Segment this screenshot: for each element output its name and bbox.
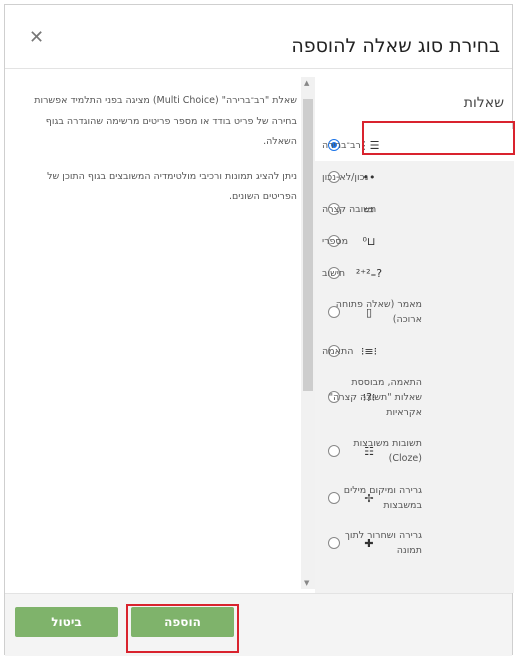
question-type-option[interactable]: ✚ גרירה ושחרור לתוך תמונה <box>315 521 514 565</box>
question-type-option[interactable]: ☷ תשובות משובצות (Cloze) <box>315 427 514 475</box>
question-type-option[interactable]: ⁰⊔ מספרי <box>315 225 514 257</box>
description-paragraph-1: שאלת "רב־ברירה" (Multi Choice) מציגה בפנ… <box>34 95 297 147</box>
dialog-header: ✕ בחירת סוג שאלה להוספה <box>5 5 512 69</box>
list-title: שאלות <box>463 95 504 111</box>
question-type-option[interactable]: ⋮☰ רב־ברירה <box>315 129 514 161</box>
question-type-option[interactable]: ✢ גרירה ומיקום מילים במשבצות <box>315 475 514 521</box>
scroll-up-icon[interactable]: ▲ <box>304 79 309 87</box>
question-type-option[interactable]: ⁝?⁝ התאמה, מבוססת שאלות "תשובה קצרה" אקרא… <box>315 367 514 427</box>
question-type-option[interactable]: ▯ מאמר (שאלה פתוחה ארוכה) <box>315 289 514 335</box>
option-label: מספרי <box>322 235 349 247</box>
question-type-dialog: ✕ בחירת סוג שאלה להוספה שאלת "רב־ברירה" … <box>4 4 515 656</box>
question-type-option[interactable]: ²⁺²₌? חישוב <box>315 257 514 289</box>
option-label: התאמה, מבוססת שאלות "תשובה קצרה" אקראיות <box>328 376 422 418</box>
close-icon[interactable]: ✕ <box>29 27 44 48</box>
option-label: גרירה ומיקום מילים במשבצות <box>343 485 422 511</box>
option-label: התאמה <box>322 345 354 357</box>
option-label: גרירה ושחרור לתוך תמונה <box>344 530 422 556</box>
scroll-down-icon[interactable]: ▼ <box>304 579 309 587</box>
dialog-body: שאלת "רב־ברירה" (Multi Choice) מציגה בפנ… <box>5 69 514 593</box>
question-type-option[interactable]: ▭ תשובה קצרה <box>315 193 514 225</box>
option-label: תשובה קצרה <box>322 203 377 215</box>
question-description: שאלת "רב־ברירה" (Multi Choice) מציגה בפנ… <box>17 91 297 222</box>
description-paragraph-2: ניתן להציג תמונות ורכיבי מולטימדיה המשוב… <box>47 170 297 203</box>
dialog-footer: הוספה ביטול <box>5 593 512 656</box>
add-button[interactable]: הוספה <box>131 607 234 637</box>
dialog-title: בחירת סוג שאלה להוספה <box>291 35 500 57</box>
option-label: תשובות משובצות (Cloze) <box>353 438 422 464</box>
scrollbar-thumb[interactable] <box>303 99 313 391</box>
question-type-option[interactable]: ⁝≡⁝ התאמה <box>315 335 514 367</box>
question-type-list: שאלות ⋮☰ רב־ברירה •• נכון/לא-נכון ▭ תשובה קצר… <box>315 69 514 593</box>
list-scrollbar[interactable]: ▲ ▼ <box>301 77 315 589</box>
option-label: נכון/לא-נכון <box>322 171 369 183</box>
option-label: חישוב <box>322 267 346 279</box>
option-label: מאמר (שאלה פתוחה ארוכה) <box>335 299 422 325</box>
question-type-option[interactable]: •• נכון/לא-נכון <box>315 161 514 193</box>
option-label: רב־ברירה <box>322 139 361 151</box>
cancel-button[interactable]: ביטול <box>15 607 118 637</box>
